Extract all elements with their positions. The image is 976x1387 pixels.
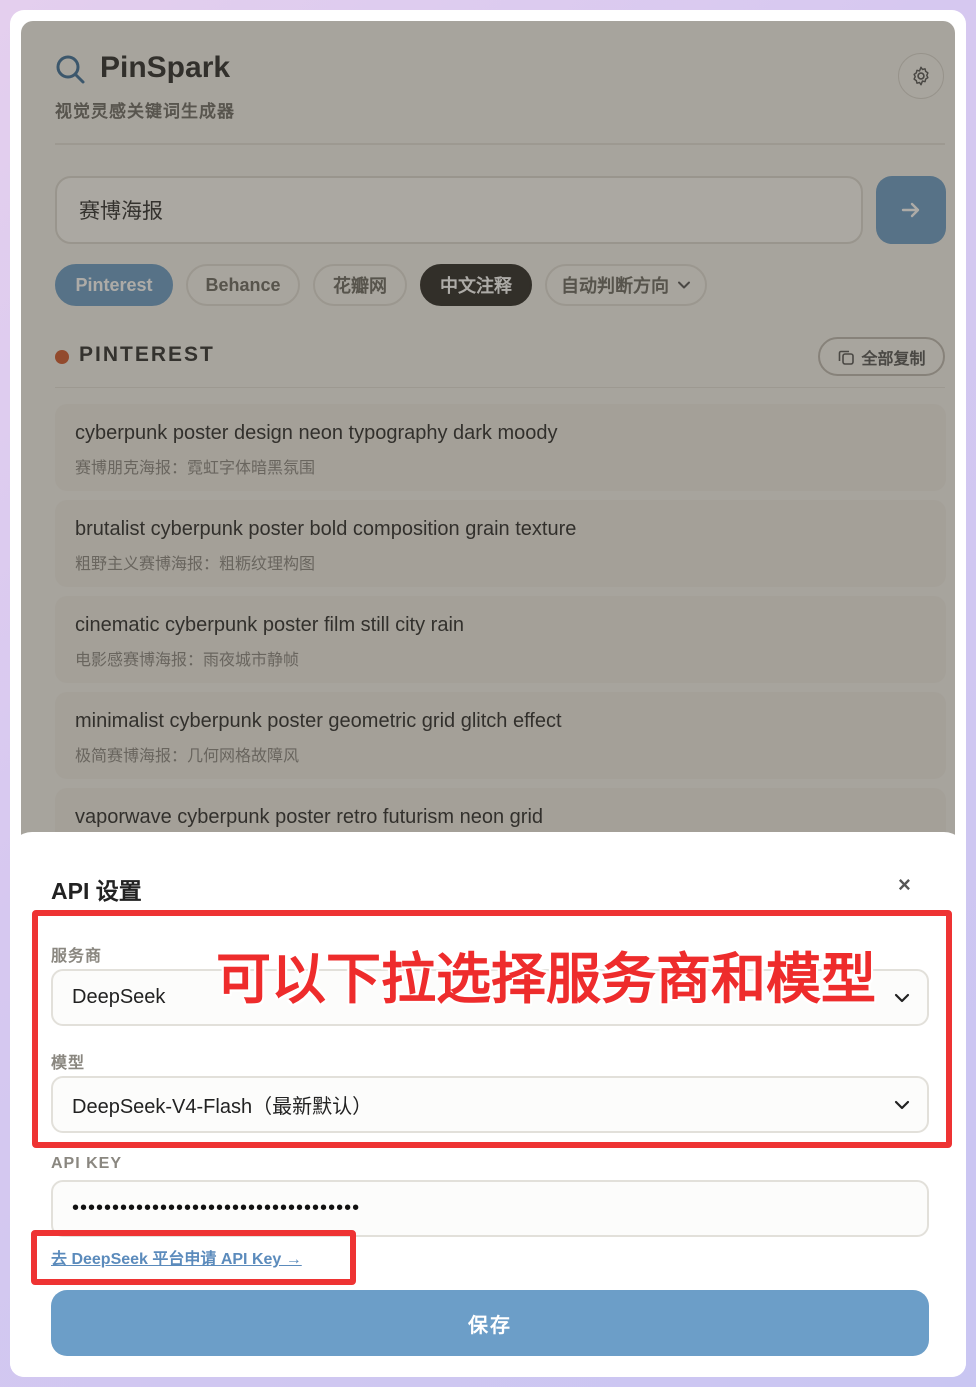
api-key-input[interactable]: •••••••••••••••••••••••••••••••••••• [51,1180,929,1237]
annotation-text: 可以下拉选择服务商和模型 [216,947,877,1011]
api-settings-sheet: API 设置 × 服务商 DeepSeek 模型 DeepSeek-V4-Fla… [10,832,966,1377]
sheet-title: API 设置 [51,878,142,904]
close-icon[interactable]: × [898,872,911,898]
annotation-box-link [31,1230,356,1285]
save-button[interactable]: 保存 [51,1290,929,1356]
window-frame: PinSpark 视觉灵感关键词生成器 赛博海报 Pinterest Behan… [10,10,966,1377]
api-key-label: API KEY [51,1155,123,1172]
